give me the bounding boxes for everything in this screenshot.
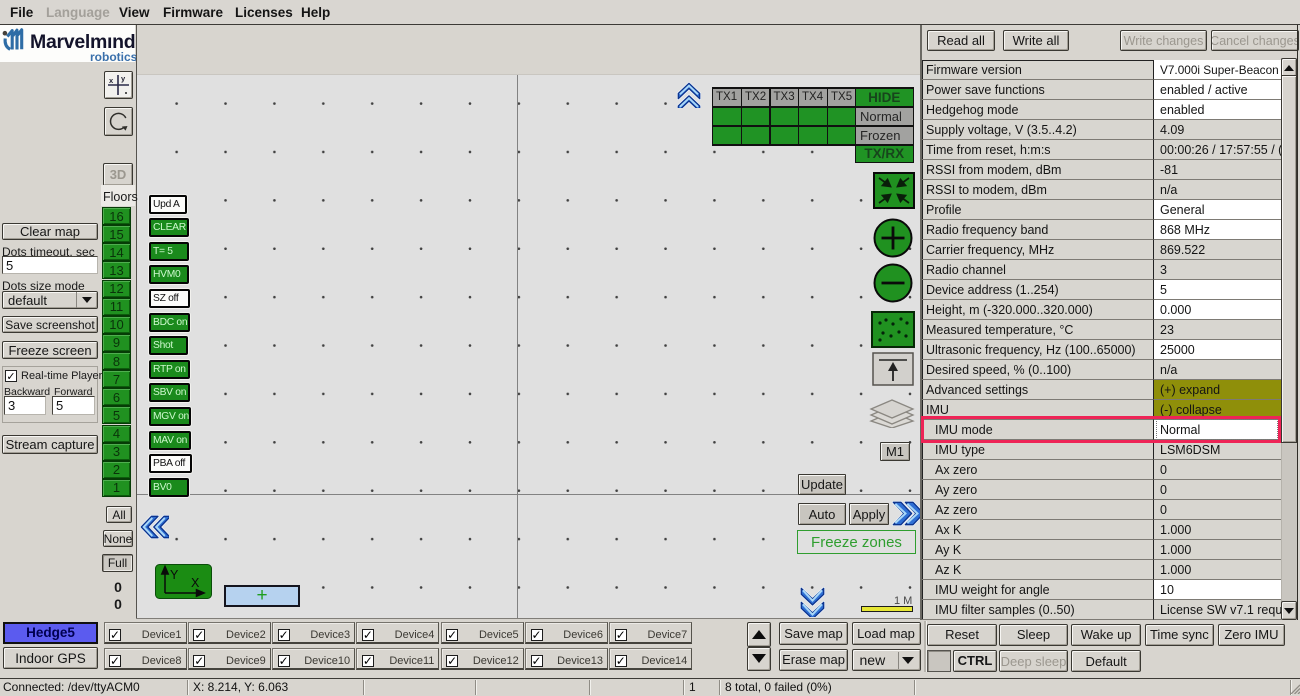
svg-text:X: X [191,576,200,590]
svg-text:x: x [109,76,114,85]
svg-text:y: y [121,74,126,83]
svg-text:Y: Y [170,568,179,582]
